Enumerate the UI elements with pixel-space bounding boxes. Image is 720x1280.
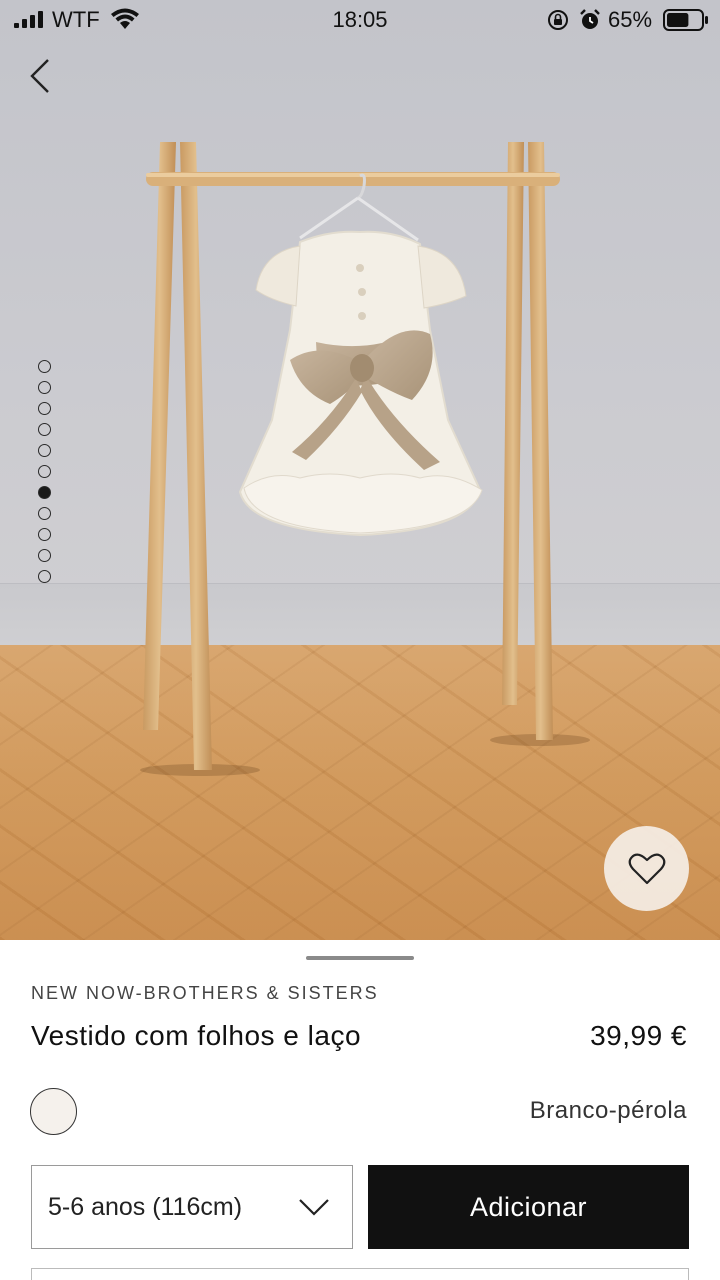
chevron-down-icon xyxy=(299,1199,329,1216)
gallery-dot[interactable] xyxy=(38,486,51,499)
back-button[interactable] xyxy=(22,56,58,96)
clothes-rack-illustration xyxy=(140,142,590,776)
gallery-dot[interactable] xyxy=(38,360,51,373)
gallery-dot[interactable] xyxy=(38,423,51,436)
gallery-dot[interactable] xyxy=(38,549,51,562)
collection-label: NEW NOW-BROTHERS & SISTERS xyxy=(31,983,379,1003)
product-name: Vestido com folhos e laço xyxy=(31,1020,362,1051)
product-details-sheet: NEW NOW-BROTHERS & SISTERS Vestido com f… xyxy=(0,940,720,1280)
next-panel-edge xyxy=(31,1268,689,1280)
battery-percentage: 65% xyxy=(608,7,653,32)
chevron-left-icon xyxy=(30,59,49,93)
status-bar: WTF 18:05 65% xyxy=(0,0,720,40)
sheet-grabber[interactable] xyxy=(306,956,414,960)
gallery-dot[interactable] xyxy=(38,381,51,394)
add-to-cart-button[interactable]: Adicionar xyxy=(368,1165,689,1249)
gallery-dot[interactable] xyxy=(38,507,51,520)
gallery-dot[interactable] xyxy=(38,465,51,478)
color-name: Branco-pérola xyxy=(529,1097,687,1124)
alarm-clock-icon xyxy=(580,9,600,29)
color-swatch[interactable] xyxy=(30,1088,77,1135)
size-selector[interactable]: 5-6 anos (116cm) xyxy=(31,1165,353,1249)
product-image[interactable] xyxy=(0,0,720,940)
product-price: 39,99 € xyxy=(590,1020,687,1051)
gallery-dot[interactable] xyxy=(38,570,51,583)
selected-size: 5-6 anos (116cm) xyxy=(48,1193,243,1221)
rotation-lock-icon xyxy=(548,10,568,30)
gallery-pagination[interactable] xyxy=(38,360,52,591)
gallery-dot[interactable] xyxy=(38,528,51,541)
gallery-dot[interactable] xyxy=(38,402,51,415)
wishlist-button[interactable] xyxy=(604,826,689,911)
battery-icon xyxy=(663,9,708,31)
gallery-dot[interactable] xyxy=(38,444,51,457)
heart-outline-icon xyxy=(628,853,665,884)
